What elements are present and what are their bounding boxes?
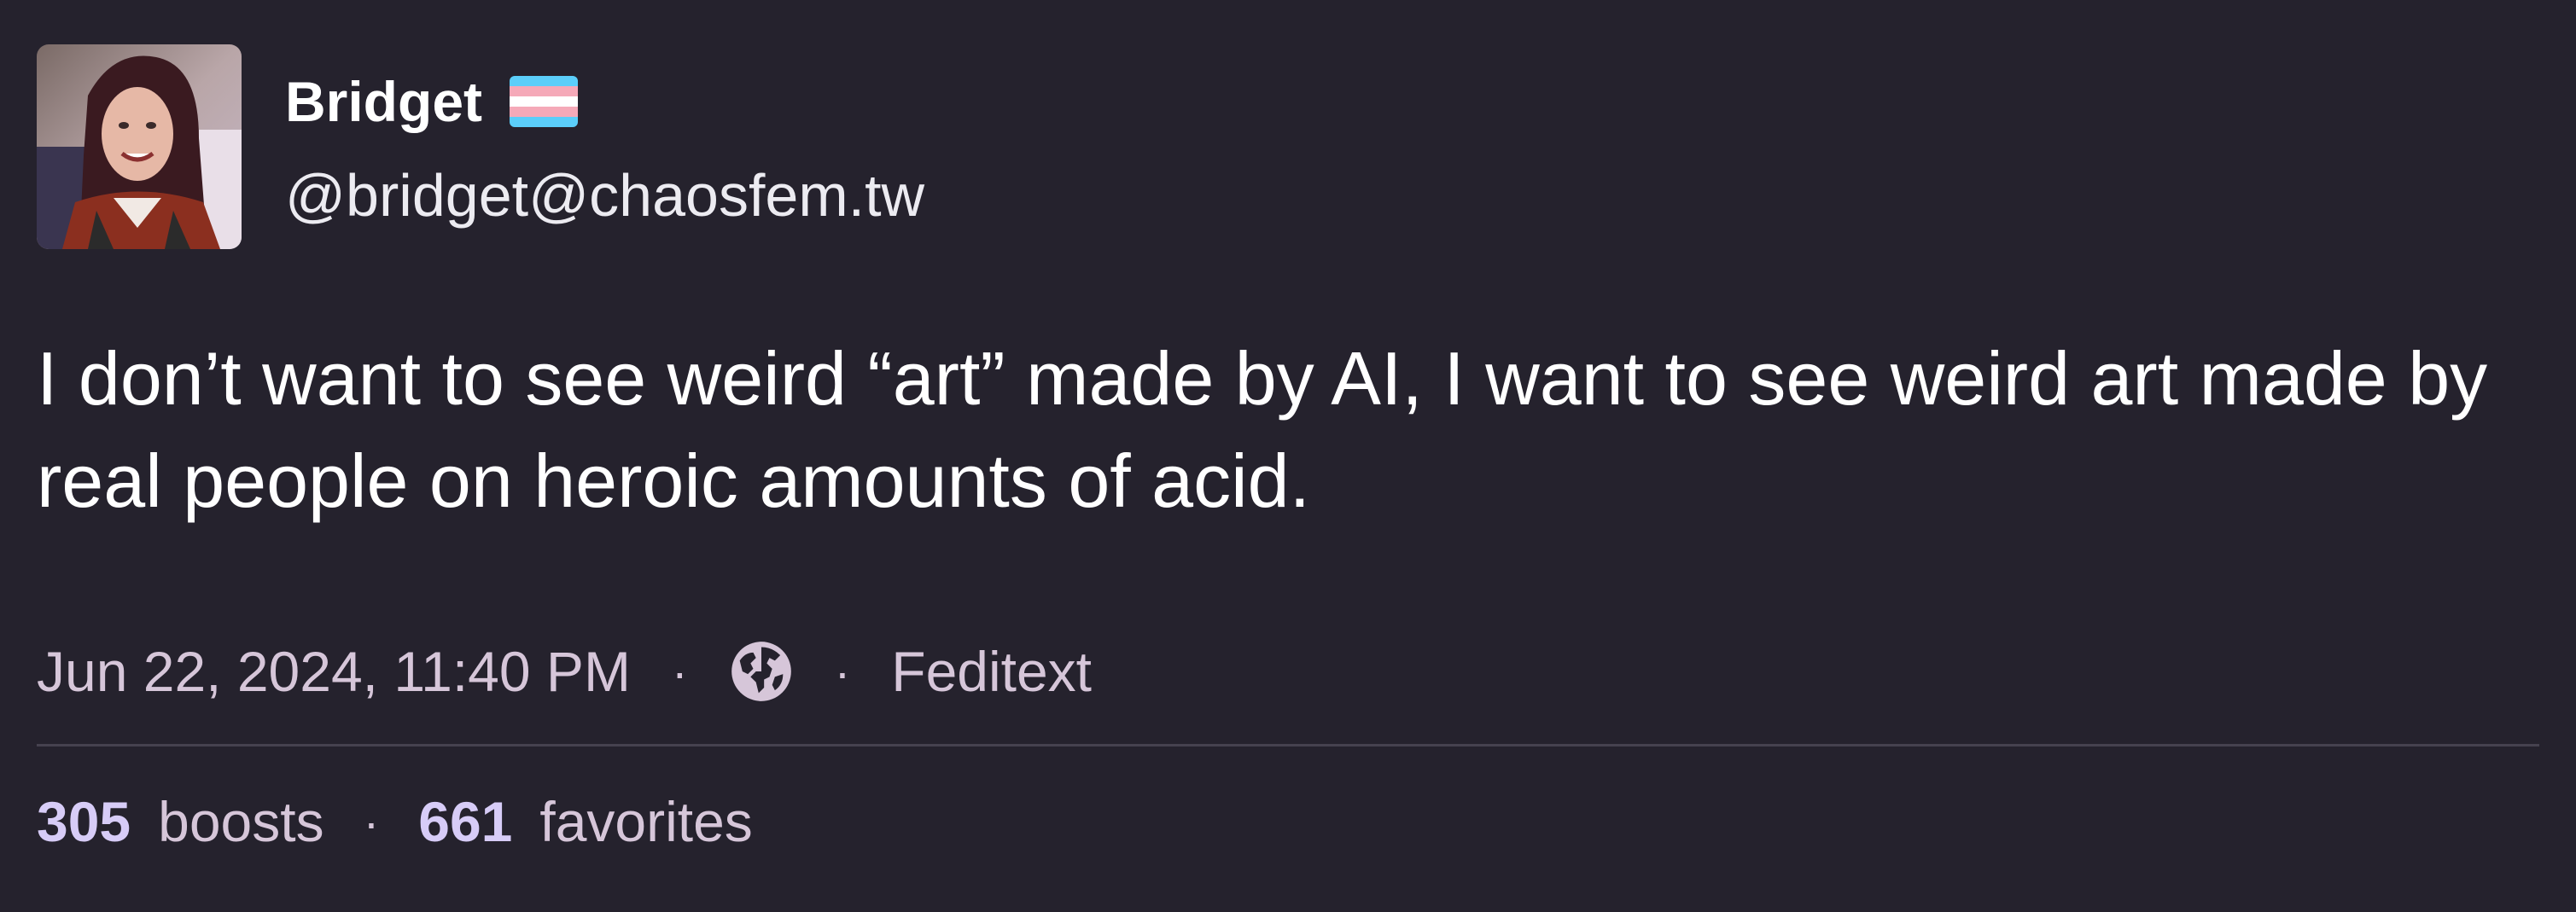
application-link[interactable]: Feditext: [891, 639, 1092, 704]
post-content: I don’t want to see weird “art” made by …: [37, 336, 2488, 523]
post-meta-row: Jun 22, 2024, 11:40 PM · · Feditext: [37, 633, 1092, 710]
favorites-stat[interactable]: 661 favorites: [418, 789, 753, 854]
boosts-label: boosts: [158, 790, 324, 853]
author-name-row: Bridget: [285, 63, 578, 140]
boosts-stat[interactable]: 305 boosts: [37, 789, 324, 854]
meta-separator: ·: [671, 644, 688, 699]
meta-separator: ·: [834, 644, 851, 699]
author-display-name[interactable]: Bridget: [285, 63, 482, 140]
author-handle[interactable]: @bridget@chaosfem.tw: [285, 157, 924, 234]
globe-icon[interactable]: [729, 639, 794, 704]
post-timestamp[interactable]: Jun 22, 2024, 11:40 PM: [37, 639, 631, 704]
post-stats-row: 305 boosts · 661 favorites: [37, 783, 753, 860]
favorites-count: 661: [418, 790, 513, 853]
post-detail: Bridget @bridget@chaosfem.tw I don’t wan…: [0, 0, 2576, 912]
stats-separator: ·: [363, 794, 380, 849]
trans-flag-icon: [510, 76, 578, 127]
divider: [37, 744, 2539, 746]
favorites-label: favorites: [539, 790, 753, 853]
boosts-count: 305: [37, 790, 131, 853]
avatar[interactable]: [37, 44, 242, 249]
